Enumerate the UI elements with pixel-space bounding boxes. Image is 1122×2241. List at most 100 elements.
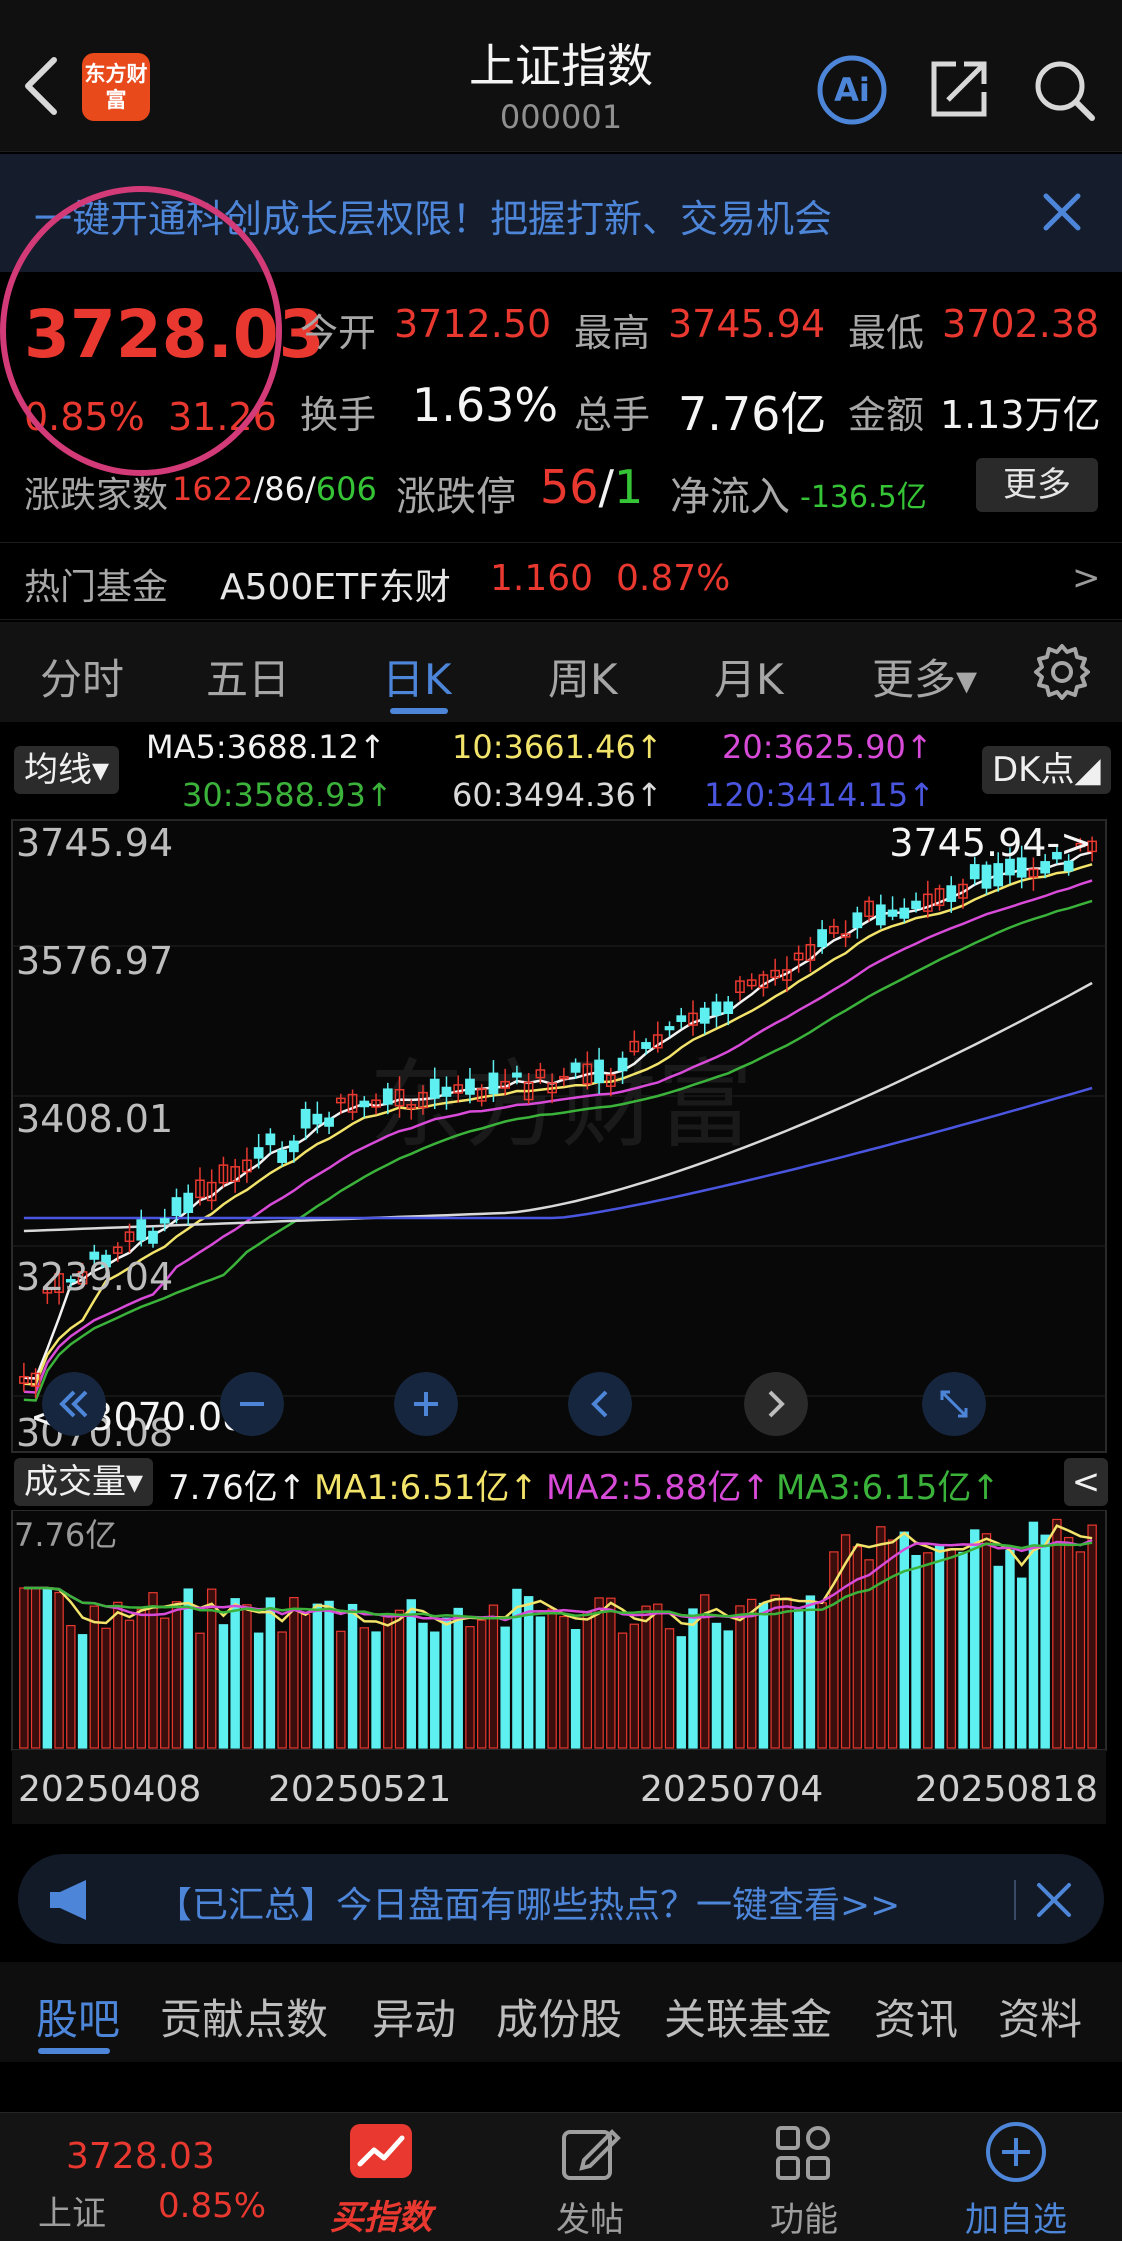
tab-daily-k[interactable]: 日K [382,646,452,707]
add-watchlist-button[interactable]: 加自选 [956,2192,1076,2241]
high-marker: 3745.94-> [889,821,1092,865]
volume-bar [77,1634,88,1749]
fullscreen-icon[interactable] [922,1372,986,1436]
volume-bar [746,1598,757,1749]
collapse-toggle[interactable]: < [1064,1458,1108,1506]
tab-news[interactable]: 资讯 [874,1986,958,2047]
volume-selector[interactable]: 成交量▾ [14,1458,154,1506]
candle-body [441,1086,452,1097]
ma10-value: 10:3661.46↑ [452,728,663,766]
tab-contribution[interactable]: 贡献点数 [160,1986,328,2047]
volume-bar [594,1597,604,1749]
volume-ma2: MA2:5.88亿↑ [546,1468,770,1508]
volume-bar [617,1632,628,1749]
volume-bar [523,1596,534,1749]
volume-bar [476,1619,487,1749]
volume-bar [1075,1551,1086,1749]
tab-guba[interactable]: 股吧 [36,1986,120,2047]
post-button[interactable]: 发帖 [540,2192,640,2241]
gear-icon[interactable] [1032,642,1092,702]
volume-bar [218,1624,229,1749]
volume-bar [570,1629,581,1749]
tab-five-day[interactable]: 五日 [206,646,290,707]
volume-bar [653,1603,663,1749]
share-icon[interactable] [926,56,992,122]
x-tick-label: 20250818 [915,1769,1098,1810]
dk-point-toggle[interactable]: DK点◢ [982,746,1111,794]
tab-related-funds[interactable]: 关联基金 [664,1986,832,2047]
candlestick-chart[interactable]: 东方财富 3745.94 3576.97 3408.01 3239.04 307… [0,818,1122,1454]
candle-body [148,1230,158,1244]
close-icon[interactable] [1040,190,1084,234]
turnover-value: 1.63% [412,378,559,432]
candle-body [265,1133,276,1146]
tab-more[interactable]: 更多▾ [872,646,977,707]
x-tick-label: 20250408 [18,1769,201,1810]
volume-bar [676,1636,686,1749]
grid-apps-icon[interactable] [774,2124,832,2182]
candle-body [382,1088,393,1105]
tab-minute[interactable]: 分时 [40,646,124,707]
volume-bar [805,1595,816,1749]
megaphone-icon [50,1880,86,1920]
candle-body [899,907,910,919]
volume-bar [136,1608,146,1749]
more-button[interactable]: 更多 [976,458,1098,512]
volume-bar [371,1631,381,1749]
chevron-right-icon[interactable] [744,1372,808,1436]
footer-index-name[interactable]: 上证 [38,2186,106,2235]
low-label: 最低 [848,311,925,355]
footer-index-price[interactable]: 3728.03 [66,2136,215,2177]
ma30-value: 30:3588.93↑ [182,776,393,814]
zoom-in-icon[interactable] [394,1372,458,1436]
candle-body [359,1100,370,1108]
turnover-label: 换手 [300,393,377,437]
volume-bar [465,1626,475,1749]
notice-text[interactable]: 【已汇总】今日盘面有哪些热点？一键查看>> [156,1876,900,1928]
candle-body [969,864,980,880]
zoom-out-icon[interactable] [220,1372,284,1436]
buy-index-button[interactable]: 买指数 [320,2190,442,2239]
volume-bar [347,1603,358,1749]
tab-profile[interactable]: 资料 [998,1986,1082,2047]
y-tick-label: 3239.04 [16,1255,173,1299]
volume-bar [629,1623,640,1749]
candle-body [993,863,1004,887]
ma-selector[interactable]: 均线▾ [14,746,120,794]
ai-assistant-icon[interactable]: Ai [816,54,888,126]
volume-bar [42,1587,53,1749]
candle-body [594,1059,604,1084]
tab-constituents[interactable]: 成份股 [496,1986,622,2047]
volume-chart[interactable]: 7.76亿 20250408 20250521 20250704 2025081… [0,1510,1122,1836]
candle-body [183,1192,194,1213]
x-tick-label: 20250704 [640,1769,823,1810]
ma20-value: 20:3625.90↑ [722,728,933,766]
add-circle-icon[interactable] [984,2120,1048,2184]
edit-post-icon[interactable] [560,2124,622,2182]
volume-bar [876,1526,886,1749]
hot-fund-price: 1.160 [490,558,594,599]
rewind-icon[interactable] [42,1372,106,1436]
volume-bar [582,1611,593,1749]
candle-body [664,1026,675,1031]
volume-bar [899,1531,910,1749]
close-icon[interactable] [1034,1880,1074,1920]
volume-bar [711,1622,722,1749]
amount-label: 金额 [848,393,925,437]
volume-bar [242,1604,252,1749]
hot-fund-name[interactable]: A500ETF东财 [220,558,451,610]
volume-bar [1028,1521,1039,1749]
netflow-label: 净流入 [670,474,790,520]
chevron-right-icon[interactable]: > [1072,558,1101,598]
chevron-left-icon[interactable] [568,1372,632,1436]
candle-body [723,1001,734,1014]
footer-index-pct[interactable]: 0.85% [158,2186,266,2226]
tab-movement[interactable]: 异动 [372,1986,456,2047]
tab-monthly-k[interactable]: 月K [714,646,784,707]
candle-body [512,1072,522,1078]
volume-bar [1005,1549,1015,1749]
search-icon[interactable] [1030,56,1098,124]
function-button[interactable]: 功能 [754,2192,854,2241]
trend-chart-icon[interactable] [350,2124,412,2178]
tab-weekly-k[interactable]: 周K [548,646,618,707]
